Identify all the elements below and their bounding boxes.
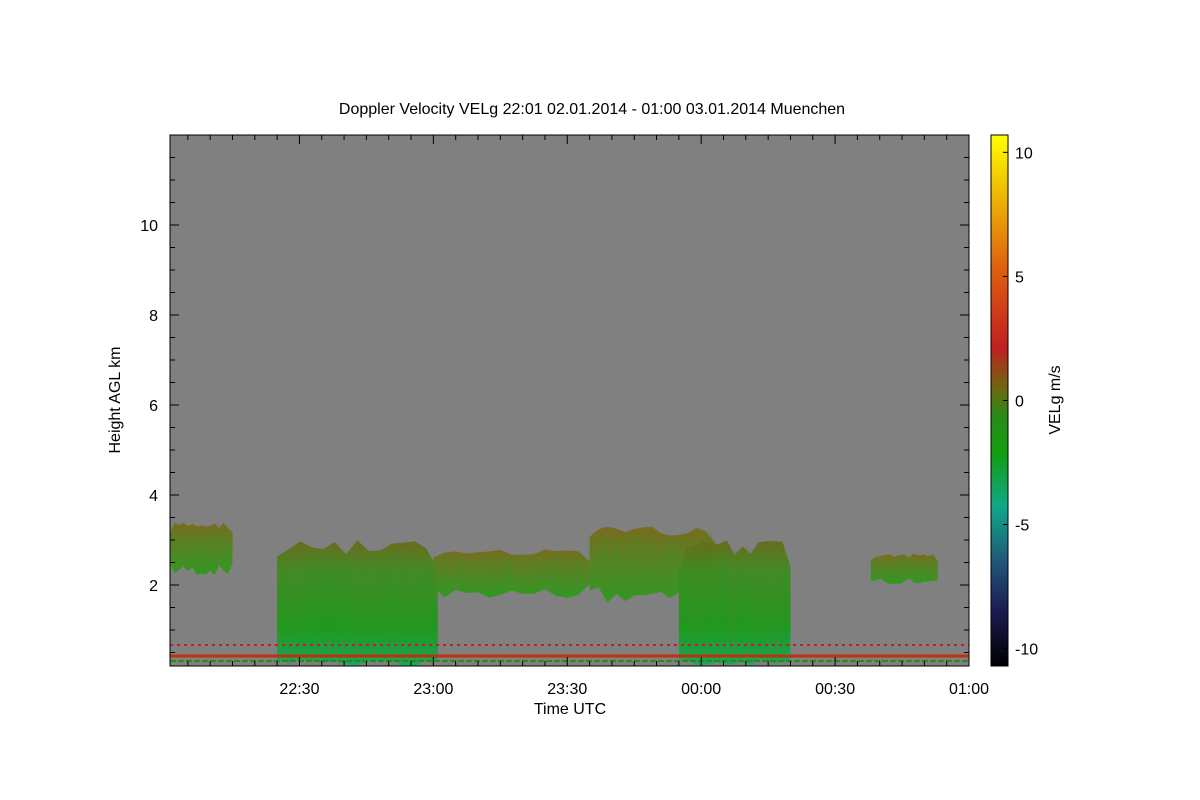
colorbar-tick-label: 0 — [1015, 394, 1024, 411]
x-tick-label: 23:30 — [547, 681, 587, 698]
colorbar-tick-label: -10 — [1015, 642, 1038, 659]
y-tick-label: 8 — [149, 308, 158, 325]
colorbar-label: VELg m/s — [1047, 365, 1064, 434]
colorbar-tick-label: -5 — [1015, 518, 1029, 535]
doppler-velocity-chart: Doppler Velocity VELg 22:01 02.01.2014 -… — [107, 101, 1064, 718]
chart-title: Doppler Velocity VELg 22:01 02.01.2014 -… — [339, 101, 845, 118]
y-tick-label: 4 — [149, 488, 158, 505]
y-axis-label: Height AGL km — [107, 346, 124, 453]
y-tick-label: 6 — [149, 398, 158, 415]
x-axis-label: Time UTC — [534, 701, 606, 718]
colorbar-tick-label: 5 — [1015, 269, 1024, 286]
x-tick-label: 01:00 — [949, 681, 989, 698]
y-tick-label: 10 — [140, 218, 158, 235]
x-tick-label: 00:30 — [815, 681, 855, 698]
y-tick-label: 2 — [149, 578, 158, 595]
x-tick-label: 00:00 — [681, 681, 721, 698]
x-tick-label: 23:00 — [413, 681, 453, 698]
colorbar-tick-label: 10 — [1015, 145, 1033, 162]
x-tick-label: 22:30 — [279, 681, 319, 698]
